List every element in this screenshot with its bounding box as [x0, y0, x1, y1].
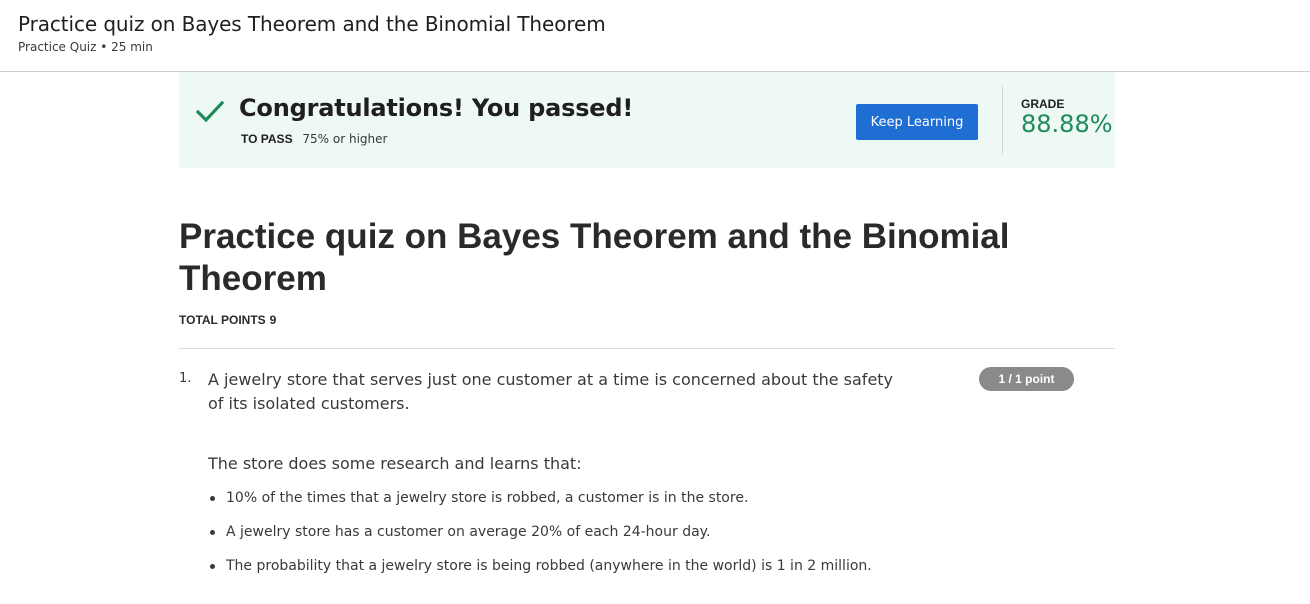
- banner-divider: [1002, 86, 1003, 154]
- question-intro: The store does some research and learns …: [208, 454, 582, 473]
- checkmark-icon: [195, 100, 225, 123]
- question-points-badge: 1 / 1 point: [979, 367, 1074, 391]
- list-item: 10% of the times that a jewelry store is…: [208, 488, 872, 522]
- bullet-icon: [210, 496, 215, 501]
- bullet-icon: [210, 564, 215, 569]
- page-header: Practice quiz on Bayes Theorem and the B…: [0, 0, 1310, 72]
- pass-threshold: TO PASS 75% or higher: [241, 132, 387, 146]
- to-pass-label: TO PASS: [241, 132, 293, 146]
- keep-learning-button[interactable]: Keep Learning: [856, 104, 978, 140]
- result-banner: Congratulations! You passed! TO PASS 75%…: [179, 72, 1115, 168]
- total-points-value: 9: [269, 313, 277, 327]
- question-number: 1.: [179, 371, 192, 386]
- bullet-icon: [210, 530, 215, 535]
- header-subtitle: Practice Quiz • 25 min: [18, 40, 153, 54]
- header-title: Practice quiz on Bayes Theorem and the B…: [18, 12, 606, 36]
- list-item: The probability that a jewelry store is …: [208, 556, 872, 590]
- grade-label: GRADE: [1021, 97, 1065, 111]
- total-points-label: TOTAL POINTS: [179, 313, 266, 327]
- to-pass-value: 75% or higher: [302, 132, 388, 146]
- pass-heading: Congratulations! You passed!: [239, 94, 634, 122]
- question-text: A jewelry store that serves just one cus…: [208, 370, 894, 413]
- total-points: TOTAL POINTS 9: [179, 313, 276, 327]
- fact-text: A jewelry store has a customer on averag…: [226, 524, 711, 540]
- facts-list: 10% of the times that a jewelry store is…: [208, 488, 872, 590]
- section-divider: [179, 348, 1115, 349]
- grade-value: 88.88%: [1021, 110, 1113, 138]
- fact-text: 10% of the times that a jewelry store is…: [226, 490, 749, 506]
- list-item: A jewelry store has a customer on averag…: [208, 522, 872, 556]
- fact-text: The probability that a jewelry store is …: [226, 558, 872, 574]
- quiz-title: Practice quiz on Bayes Theorem and the B…: [179, 217, 1010, 298]
